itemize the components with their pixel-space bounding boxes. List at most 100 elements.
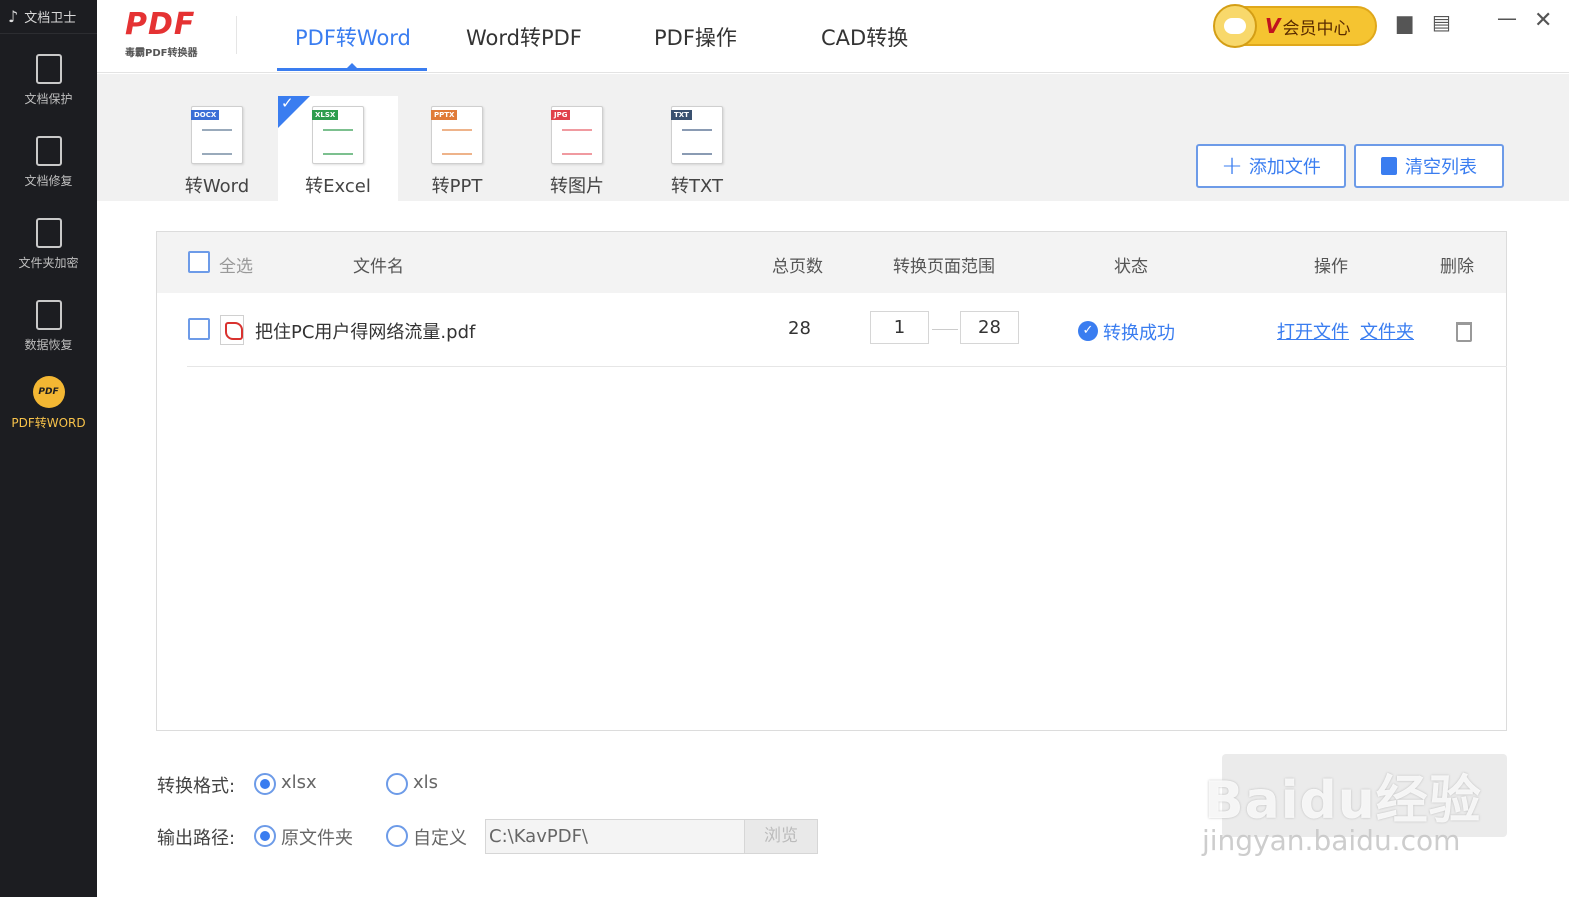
- vip-center-button[interactable]: V 会员中心: [1213, 4, 1377, 48]
- table-row: 把住PC用户得网络流量.pdf 28 1 28 ✓ 转换成功 打开文件 文件夹: [157, 293, 1506, 367]
- browse-button[interactable]: 浏览: [744, 819, 818, 854]
- sidebar-item-doc-repair[interactable]: 文档修复: [0, 120, 97, 202]
- output-custom-label[interactable]: 自定义: [413, 824, 467, 850]
- minimize-icon[interactable]: —: [1497, 6, 1517, 30]
- data-recovery-icon: [35, 300, 62, 330]
- divider: [236, 16, 237, 54]
- open-file-link[interactable]: 打开文件: [1277, 318, 1349, 344]
- file-tag: TXT: [671, 110, 692, 120]
- row-divider: [187, 366, 1507, 367]
- tab-pdf-to-word[interactable]: PDF转Word: [295, 22, 411, 52]
- add-file-label: 添加文件: [1248, 157, 1321, 178]
- output-original-label[interactable]: 原文件夹: [281, 824, 353, 850]
- active-tab-indicator: [277, 68, 427, 71]
- convert-to-txt[interactable]: TXT 转TXT: [637, 96, 757, 201]
- close-icon[interactable]: ✕: [1534, 8, 1552, 33]
- sidebar-title: 文档卫士: [24, 11, 77, 26]
- sidebar-item-label: PDF转WORD: [11, 416, 86, 430]
- vip-v-icon: V: [1265, 14, 1281, 38]
- format-xlsx-radio[interactable]: [254, 773, 276, 795]
- convert-to-word[interactable]: DOCX 转Word: [157, 96, 277, 201]
- output-custom-radio[interactable]: [386, 825, 408, 847]
- sidebar-item-data-recovery[interactable]: 数据恢复: [0, 284, 97, 366]
- pptx-file-icon: PPTX: [431, 106, 483, 164]
- select-all-checkbox[interactable]: [188, 251, 210, 273]
- range-to-input[interactable]: 28: [960, 311, 1019, 344]
- file-tag: PPTX: [431, 110, 458, 120]
- sidebar-item-folder-encrypt[interactable]: 文件夹加密: [0, 202, 97, 284]
- select-all-label[interactable]: 全选: [219, 252, 253, 277]
- convert-label: 转图片: [550, 176, 604, 197]
- pdf-file-icon: [220, 315, 244, 345]
- docx-file-icon: DOCX: [191, 106, 243, 164]
- file-tag: DOCX: [191, 110, 220, 120]
- sidebar-item-label: 数据恢复: [24, 338, 73, 352]
- row-filename: 把住PC用户得网络流量.pdf: [255, 322, 476, 343]
- col-range: 转换页面范围: [893, 257, 995, 277]
- convert-label: 转Word: [184, 176, 250, 197]
- format-xls-label[interactable]: xls: [413, 772, 438, 793]
- row-checkbox[interactable]: [188, 318, 210, 340]
- pdf-convert-icon: PDF: [32, 376, 65, 408]
- open-folder-link[interactable]: 文件夹: [1360, 318, 1414, 344]
- app-window: ♪ 文档卫士 文档保护 文档修复 文件夹加密 数据恢复 PDF PDF转WORD…: [0, 0, 1569, 897]
- jpg-file-icon: JPG: [551, 106, 603, 164]
- row-status: 转换成功: [1103, 323, 1175, 344]
- output-path-field[interactable]: C:\KavPDF\: [485, 819, 745, 854]
- converter-toolbar: DOCX 转Word ✓ XLSX 转Excel PPTX 转PPT JPG 转…: [97, 74, 1569, 201]
- clear-list-label: 清空列表: [1405, 157, 1477, 178]
- sidebar-item-label: 文件夹加密: [18, 256, 79, 270]
- check-icon: ✓: [281, 94, 294, 112]
- trash-icon: [1381, 157, 1397, 175]
- document-repair-icon: [35, 136, 62, 166]
- delete-row-icon[interactable]: [1456, 322, 1472, 342]
- format-label: 转换格式:: [157, 776, 236, 797]
- success-check-icon: ✓: [1078, 321, 1098, 341]
- watermark-url: jingyan.baidu.com: [1202, 824, 1461, 857]
- convert-to-image[interactable]: JPG 转图片: [517, 96, 637, 201]
- brand-subtitle: 毒霸PDF转换器: [125, 48, 198, 59]
- col-pages: 总页数: [772, 257, 823, 277]
- format-xlsx-label[interactable]: xlsx: [281, 772, 317, 793]
- convert-to-ppt[interactable]: PPTX 转PPT: [397, 96, 517, 201]
- feedback-icon[interactable]: ▆: [1397, 10, 1412, 34]
- watermark: Baidu经验 jingyan.baidu.com: [1202, 754, 1507, 857]
- convert-to-excel[interactable]: ✓ XLSX 转Excel: [278, 94, 398, 201]
- sidebar-header: ♪ 文档卫士: [0, 0, 97, 34]
- top-bar: PDF 毒霸PDF转换器 PDF转Word Word转PDF PDF操作 CAD…: [97, 0, 1569, 73]
- convert-label: 转PPT: [431, 176, 483, 197]
- tab-word-to-pdf[interactable]: Word转PDF: [466, 22, 582, 52]
- convert-label: 转TXT: [670, 176, 723, 197]
- table-header: 全选 文件名 总页数 转换页面范围 状态 操作 删除: [157, 232, 1506, 293]
- clear-list-button[interactable]: 清空列表: [1354, 144, 1504, 188]
- sidebar: ♪ 文档卫士 文档保护 文档修复 文件夹加密 数据恢复 PDF PDF转WORD: [0, 0, 97, 897]
- col-filename: 文件名: [353, 257, 404, 277]
- tab-cad-convert[interactable]: CAD转换: [821, 22, 908, 52]
- col-status: 状态: [1114, 257, 1148, 277]
- txt-file-icon: TXT: [671, 106, 723, 164]
- guard-logo-icon: ♪: [8, 7, 19, 26]
- plus-icon: +: [1221, 151, 1243, 181]
- row-pages: 28: [788, 318, 811, 339]
- add-file-button[interactable]: + 添加文件: [1196, 144, 1346, 188]
- range-from-input[interactable]: 1: [870, 311, 929, 344]
- file-tag: JPG: [551, 110, 571, 120]
- output-label: 输出路径:: [157, 828, 236, 849]
- watermark-text: Baidu经验: [1204, 771, 1482, 831]
- message-icon[interactable]: ▤: [1432, 10, 1451, 34]
- vip-avatar-icon: [1213, 4, 1257, 48]
- vip-label: 会员中心: [1282, 18, 1351, 39]
- sidebar-item-doc-protect[interactable]: 文档保护: [0, 38, 97, 120]
- sidebar-item-label: 文档保护: [24, 92, 73, 106]
- file-tag: XLSX: [312, 110, 339, 120]
- convert-label: 转Excel: [305, 176, 371, 197]
- col-operation: 操作: [1314, 257, 1348, 277]
- sidebar-item-pdf-to-word[interactable]: PDF PDF转WORD: [0, 360, 97, 442]
- file-table: 全选 文件名 总页数 转换页面范围 状态 操作 删除 把住PC用户得网络流量.p…: [156, 231, 1507, 731]
- brand-logo: PDF 毒霸PDF转换器: [125, 10, 225, 60]
- sidebar-item-label: 文档修复: [24, 174, 73, 188]
- tab-pdf-operations[interactable]: PDF操作: [654, 22, 737, 52]
- output-original-radio[interactable]: [254, 825, 276, 847]
- format-xls-radio[interactable]: [386, 773, 408, 795]
- folder-lock-icon: [35, 218, 62, 248]
